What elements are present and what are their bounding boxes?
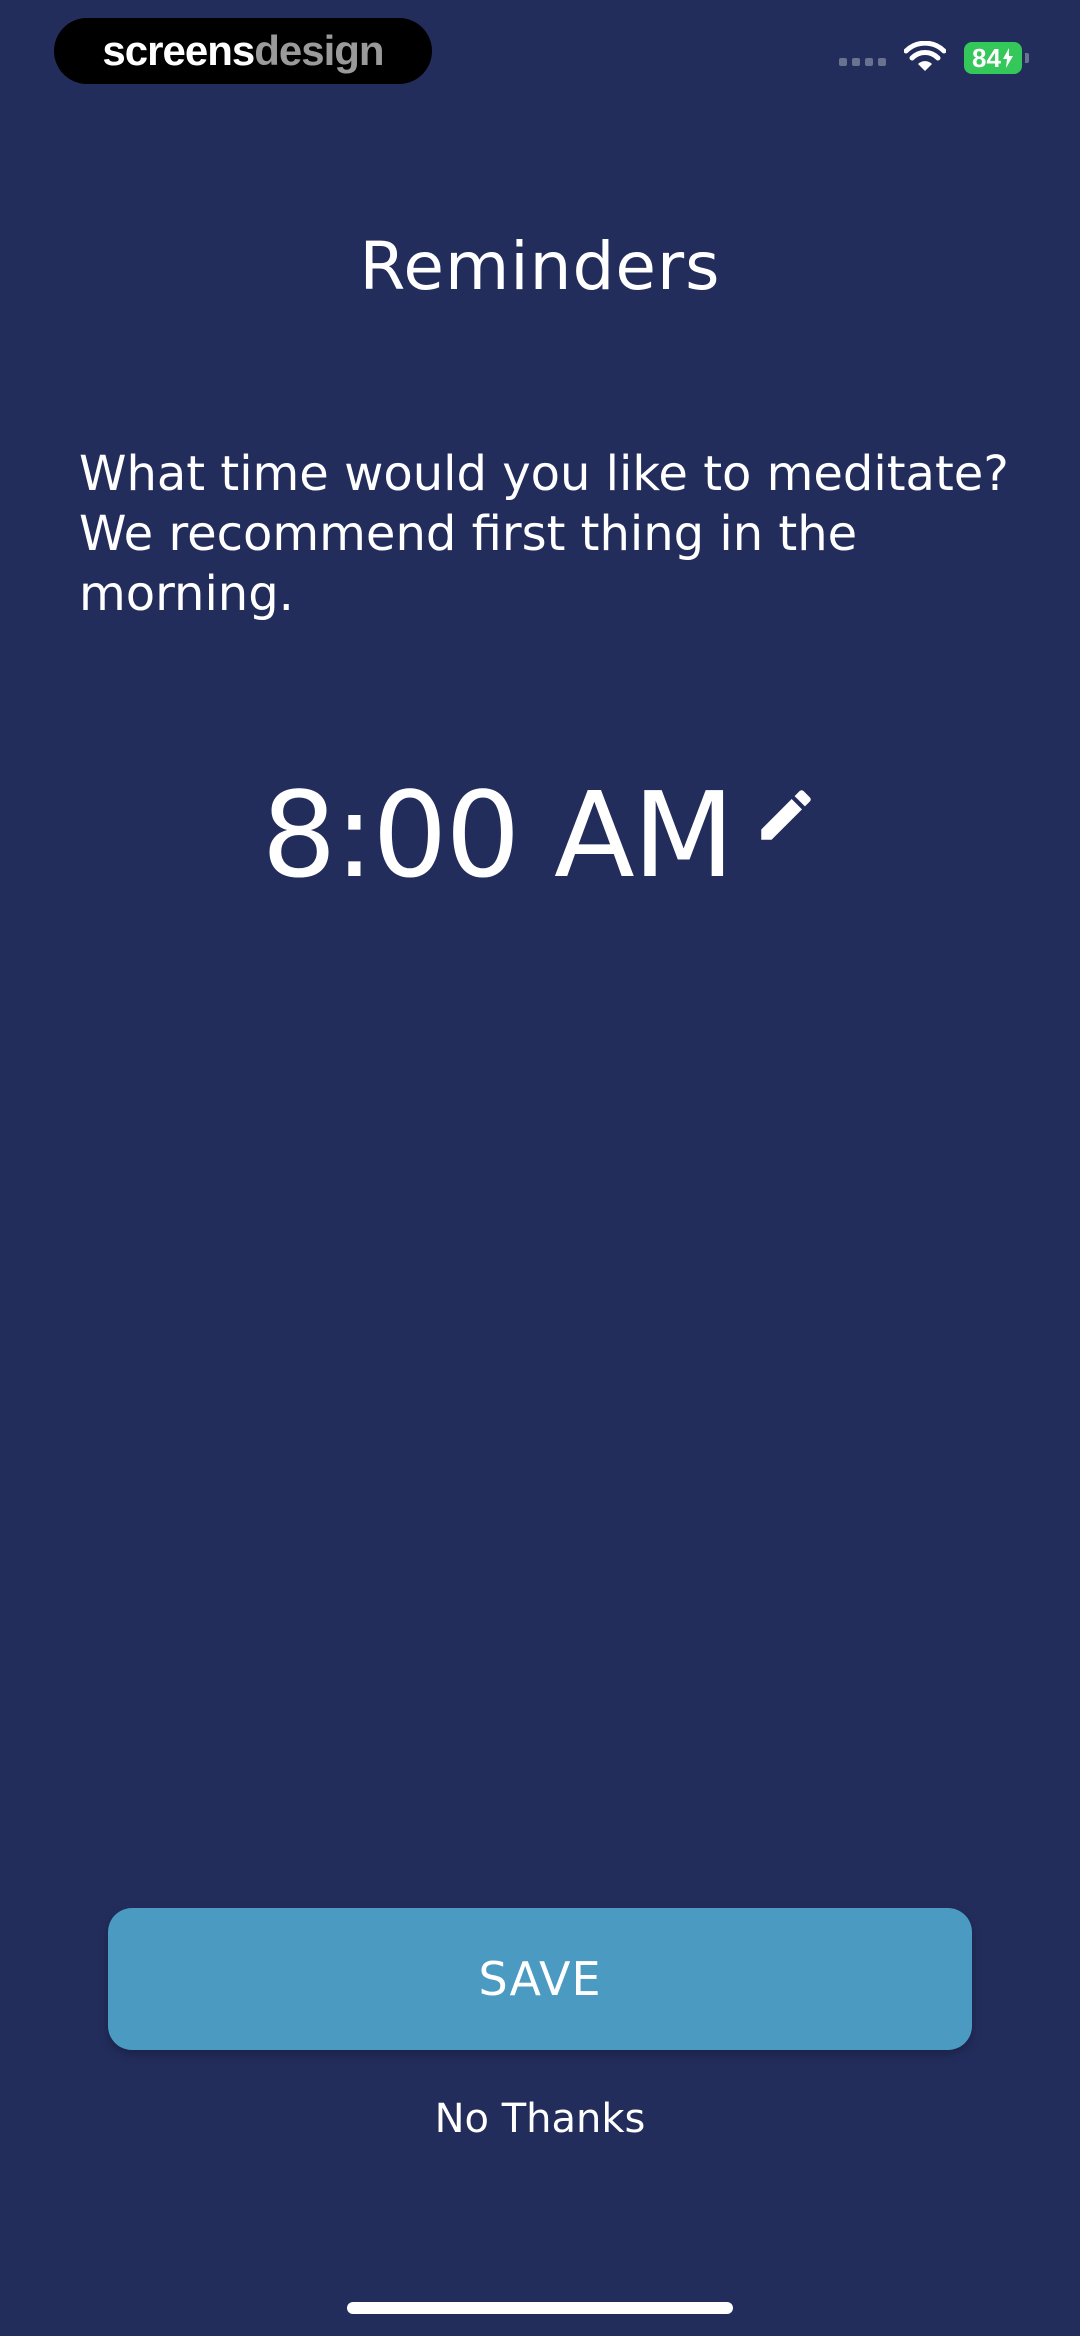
prompt-text: What time would you like to meditate? We… — [79, 446, 1009, 622]
charging-bolt-icon — [1002, 48, 1013, 68]
home-indicator[interactable] — [347, 2302, 733, 2314]
battery-level: 84 — [972, 42, 1001, 73]
screensdesign-watermark: screens design — [54, 18, 432, 84]
watermark-part2: design — [254, 27, 384, 74]
signal-dots-icon — [839, 58, 886, 66]
reminder-time-row[interactable]: 8:00 AM — [0, 770, 1080, 900]
pencil-icon[interactable] — [753, 782, 819, 848]
no-thanks-link[interactable]: No Thanks — [0, 2096, 1080, 2142]
reminders-screen: screens design 84 Reminders What time wou… — [0, 0, 1080, 2336]
status-bar: 84 — [839, 38, 1029, 78]
page-title: Reminders — [359, 228, 721, 305]
watermark-part1: screens — [102, 27, 255, 74]
save-button[interactable]: SAVE — [108, 1908, 972, 2050]
wifi-icon — [904, 41, 946, 71]
battery-charging-icon: 84 — [964, 42, 1029, 74]
reminder-time[interactable]: 8:00 AM — [261, 770, 734, 900]
